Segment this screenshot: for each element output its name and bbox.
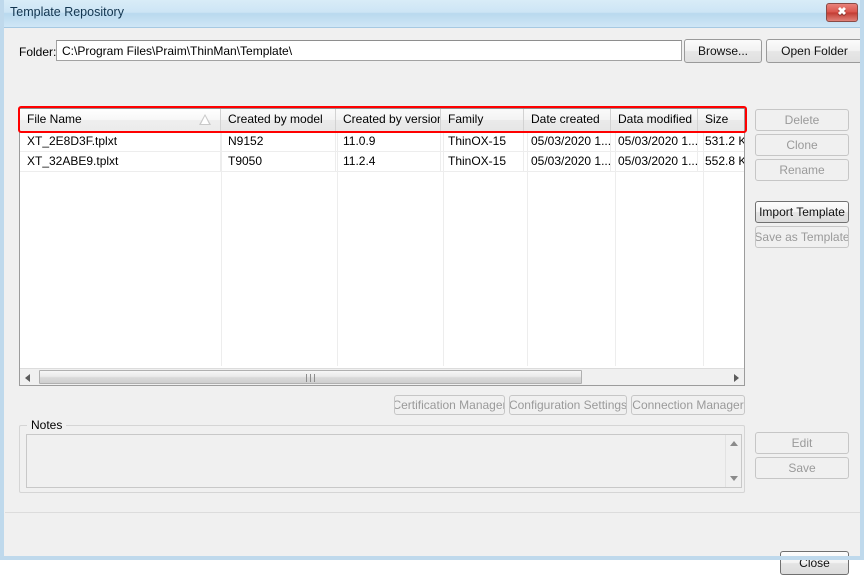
- scroll-down-icon[interactable]: [726, 471, 741, 487]
- cell-family: ThinOX-15: [441, 152, 524, 171]
- column-header-created-by-model[interactable]: Created by model: [221, 109, 336, 131]
- column-divider: [337, 132, 338, 366]
- cell-file-name: XT_2E8D3F.tplxt: [20, 132, 221, 151]
- column-header-size[interactable]: Size: [698, 109, 744, 131]
- open-folder-button[interactable]: Open Folder: [766, 39, 863, 63]
- column-header-label: File Name: [27, 112, 82, 126]
- dialog-client-area: Folder: C:\Program Files\Praim\ThinMan\T…: [5, 28, 863, 575]
- column-header-date-created[interactable]: Date created: [524, 109, 611, 131]
- browse-button[interactable]: Browse...: [684, 39, 762, 63]
- notes-edit-button[interactable]: Edit: [755, 432, 849, 454]
- scroll-up-icon[interactable]: [726, 435, 741, 451]
- cell-data-modified: 05/03/2020 1...: [611, 132, 698, 151]
- rename-button[interactable]: Rename: [755, 159, 849, 181]
- sort-ascending-icon: [199, 114, 211, 125]
- cell-created-by-model: N9152: [221, 132, 336, 151]
- configuration-settings-button[interactable]: Configuration Settings: [509, 395, 627, 415]
- connection-manager-button[interactable]: Connection Manager: [631, 395, 745, 415]
- save-as-template-button[interactable]: Save as Template: [755, 226, 849, 248]
- cell-size: 552.8 K: [698, 152, 744, 171]
- cell-created-by-version: 11.2.4: [336, 152, 441, 171]
- scroll-left-icon[interactable]: [20, 369, 37, 385]
- table-body: XT_2E8D3F.tplxt N9152 11.0.9 ThinOX-15 0…: [20, 132, 744, 366]
- column-header-data-modified[interactable]: Data modified: [611, 109, 698, 131]
- column-divider: [703, 132, 704, 366]
- cell-file-name: XT_32ABE9.tplxt: [20, 152, 221, 171]
- notes-legend-label: Notes: [27, 418, 67, 432]
- folder-label: Folder:: [19, 45, 57, 59]
- table-row[interactable]: XT_32ABE9.tplxt T9050 11.2.4 ThinOX-15 0…: [20, 152, 744, 172]
- folder-path-input[interactable]: C:\Program Files\Praim\ThinMan\Template\: [56, 40, 682, 61]
- close-button[interactable]: Close: [780, 551, 849, 575]
- column-divider: [527, 132, 528, 366]
- delete-button[interactable]: Delete: [755, 109, 849, 131]
- grip-dots-icon: [305, 374, 316, 382]
- horizontal-scrollbar-thumb[interactable]: [39, 370, 582, 384]
- notes-save-button[interactable]: Save: [755, 457, 849, 479]
- table-horizontal-scrollbar[interactable]: [20, 368, 744, 385]
- table-row[interactable]: XT_2E8D3F.tplxt N9152 11.0.9 ThinOX-15 0…: [20, 132, 744, 152]
- window-title: Template Repository: [10, 5, 124, 19]
- template-repository-window: Template Repository ✖ Folder: C:\Program…: [0, 0, 864, 575]
- import-template-button[interactable]: Import Template: [755, 201, 849, 223]
- scroll-right-icon[interactable]: [727, 369, 744, 385]
- certification-manager-button[interactable]: Certification Manager: [394, 395, 505, 415]
- footer-divider: [5, 512, 861, 513]
- cell-created-by-model: T9050: [221, 152, 336, 171]
- cell-family: ThinOX-15: [441, 132, 524, 151]
- cell-data-modified: 05/03/2020 1...: [611, 152, 698, 171]
- template-table[interactable]: File Name Created by model Created by ve…: [19, 108, 745, 386]
- window-close-icon[interactable]: ✖: [826, 3, 858, 22]
- column-header-file-name[interactable]: File Name: [20, 109, 221, 131]
- notes-vertical-scrollbar[interactable]: [725, 435, 741, 487]
- cell-created-by-version: 11.0.9: [336, 132, 441, 151]
- notes-textarea[interactable]: [26, 434, 742, 488]
- cell-date-created: 05/03/2020 1...: [524, 152, 611, 171]
- cell-date-created: 05/03/2020 1...: [524, 132, 611, 151]
- column-header-created-by-version[interactable]: Created by version: [336, 109, 441, 131]
- clone-button[interactable]: Clone: [755, 134, 849, 156]
- cell-size: 531.2 K: [698, 132, 744, 151]
- table-header-row[interactable]: File Name Created by model Created by ve…: [20, 109, 744, 132]
- title-bar[interactable]: Template Repository ✖: [1, 0, 864, 28]
- column-divider: [443, 132, 444, 366]
- column-divider: [615, 132, 616, 366]
- column-divider: [221, 132, 222, 366]
- column-header-family[interactable]: Family: [441, 109, 524, 131]
